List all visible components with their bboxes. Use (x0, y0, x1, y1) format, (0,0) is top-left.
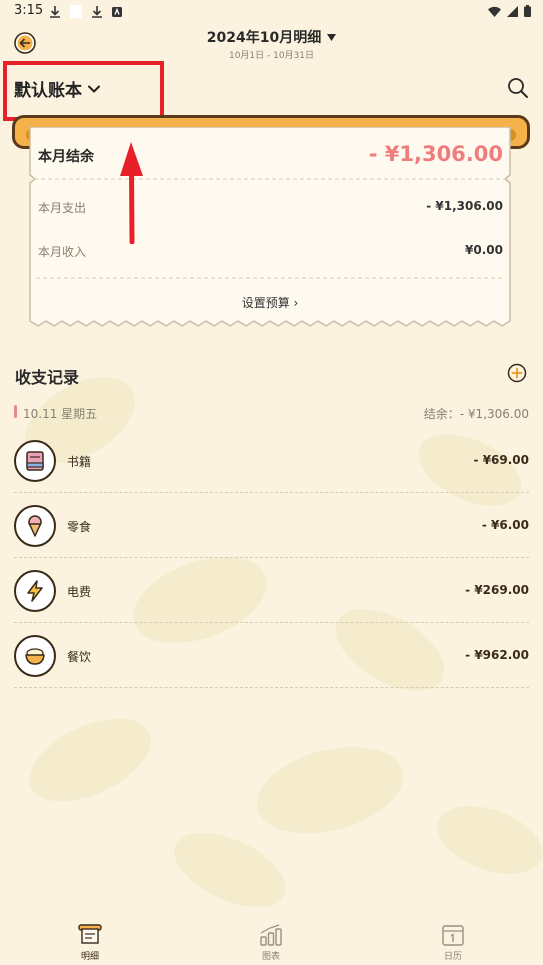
lightning-icon (14, 570, 56, 612)
receipt-icon (78, 924, 102, 944)
bottom-navigation: 明细 图表 日历 (0, 915, 543, 965)
annotation-arrow (120, 142, 143, 244)
chart-icon (260, 924, 282, 946)
day-label: 10.11 星期五 (23, 407, 98, 421)
date-range: 10月1日 - 10月31日 (228, 51, 315, 61)
nav-label: 明细 (80, 952, 99, 962)
record-amount: - ¥962.00 (465, 648, 529, 662)
day-balance: 结余：- ¥1,306.00 (423, 407, 529, 421)
signal-icon (507, 5, 518, 17)
calendar-icon (442, 925, 464, 946)
app-notification-icon (112, 6, 122, 17)
balance-value: - ¥1,306.00 (368, 142, 503, 166)
record-amount: - ¥6.00 (481, 518, 529, 532)
record-item-dining[interactable]: 餐饮 - ¥962.00 (14, 635, 529, 700)
divider (14, 687, 529, 688)
blank-notification-icon (70, 5, 82, 18)
nav-label: 图表 (261, 952, 280, 962)
add-record-button[interactable] (507, 363, 527, 383)
set-budget-link[interactable]: 设置预算 › (28, 294, 512, 311)
download-icon (50, 5, 60, 18)
download-icon (92, 5, 102, 18)
search-icon[interactable] (507, 77, 529, 99)
divider (14, 492, 529, 493)
income-value: ¥0.00 (465, 243, 503, 257)
status-system-icons (488, 5, 531, 17)
record-amount: - ¥69.00 (473, 453, 529, 467)
nav-tab-calendar[interactable]: 日历 (423, 923, 483, 962)
divider (14, 557, 529, 558)
wifi-icon (488, 6, 501, 17)
nav-tab-details[interactable]: 明细 (60, 923, 120, 962)
month-selector[interactable]: 2024年10月明细 (206, 27, 337, 47)
battery-icon (524, 5, 531, 17)
records-title: 收支记录 (15, 368, 80, 387)
expense-value: - ¥1,306.00 (426, 199, 503, 213)
record-item-snacks[interactable]: 零食 - ¥6.00 (14, 505, 529, 570)
status-time: 3:15 (14, 3, 44, 18)
record-category: 电费 (67, 585, 92, 599)
balance-label: 本月结余 (38, 149, 94, 165)
record-category: 餐饮 (67, 650, 92, 664)
nav-label: 日历 (443, 952, 462, 962)
ice-cream-icon (14, 505, 56, 547)
caret-down-icon (327, 33, 337, 41)
page-title: 2024年10月明细 (206, 30, 322, 46)
header: 2024年10月明细 10月1日 - 10月31日 (0, 27, 543, 61)
income-label: 本月收入 (38, 245, 87, 259)
record-category: 书籍 (67, 455, 92, 469)
status-bar: 3:15 (0, 0, 543, 24)
nav-tab-charts[interactable]: 图表 (241, 923, 301, 962)
book-icon (14, 440, 56, 482)
food-bowl-icon (14, 635, 56, 677)
record-item-books[interactable]: 书籍 - ¥69.00 (14, 440, 529, 505)
expense-label: 本月支出 (38, 201, 87, 215)
record-item-electricity[interactable]: 电费 - ¥269.00 (14, 570, 529, 635)
record-category: 零食 (67, 520, 92, 534)
record-amount: - ¥269.00 (465, 583, 529, 597)
divider (14, 622, 529, 623)
annotation-highlight-box (3, 61, 164, 121)
day-indicator (14, 405, 17, 418)
status-notification-icons (50, 5, 122, 18)
